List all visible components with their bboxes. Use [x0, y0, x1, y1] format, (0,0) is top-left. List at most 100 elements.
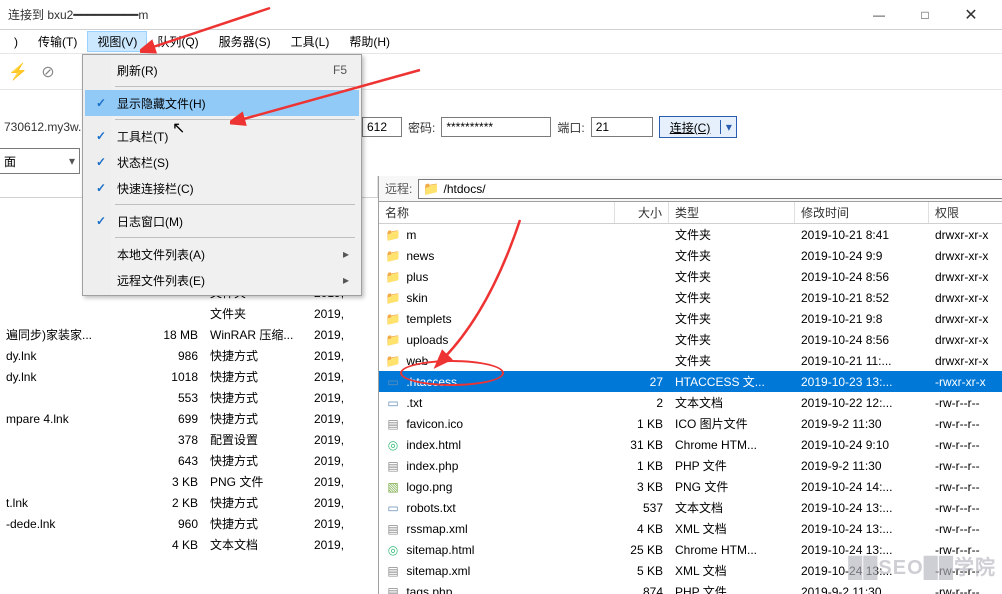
cell-perm: drwxr-xr-x	[929, 249, 1002, 263]
remote-path-text: /htdocs/	[444, 182, 486, 196]
menu-item[interactable]: 服务器(S)	[209, 31, 281, 52]
cell-mod: 2019-10-23 13:...	[795, 375, 929, 389]
quickconnect-icon[interactable]: ⚡	[6, 60, 30, 84]
menu-entry[interactable]: 刷新(R)F5	[85, 57, 359, 83]
port-input[interactable]	[591, 117, 653, 137]
table-row[interactable]: 4 KB文本文档2019,	[0, 534, 378, 555]
col-name[interactable]: 名称	[379, 202, 615, 223]
cell-size: 31 KB	[615, 438, 669, 452]
table-row[interactable]: 文件夹2019,	[0, 303, 378, 324]
file-icon: ▭	[385, 500, 401, 516]
col-perm[interactable]: 权限	[929, 202, 1002, 223]
table-row[interactable]: 📁 news文件夹2019-10-24 9:9drwxr-xr-x	[379, 245, 1002, 266]
remote-file-list[interactable]: 📁 m文件夹2019-10-21 8:41drwxr-xr-x📁 news文件夹…	[379, 224, 1002, 594]
table-row[interactable]: dy.lnk1018快捷方式2019,	[0, 366, 378, 387]
cell-size: 986	[150, 349, 204, 363]
table-row[interactable]: logo.png3 KBPNG 文件2019-10-24 14:...-rw-r…	[379, 476, 1002, 497]
table-row[interactable]: 378配置设置2019,	[0, 429, 378, 450]
cell-name: favicon.ico	[379, 416, 615, 432]
table-row[interactable]: index.php1 KBPHP 文件2019-9-2 11:30-rw-r--…	[379, 455, 1002, 476]
cell-size: 537	[615, 501, 669, 515]
table-row[interactable]: index.html31 KBChrome HTM...2019-10-24 9…	[379, 434, 1002, 455]
cell-type: 快捷方式	[204, 452, 308, 469]
menu-entry[interactable]: 远程文件列表(E) ▸	[85, 267, 359, 293]
table-row[interactable]: 📁 skin文件夹2019-10-21 8:52drwxr-xr-x	[379, 287, 1002, 308]
table-row[interactable]: 3 KBPNG 文件2019,	[0, 471, 378, 492]
chevron-down-icon[interactable]: ▾	[720, 120, 736, 134]
cell-type: Chrome HTM...	[669, 438, 795, 452]
cell-mod: 2019,	[308, 328, 378, 342]
cell-name: ▭ .txt	[379, 395, 615, 411]
chevron-down-icon[interactable]: ▾	[69, 154, 75, 168]
cell-type: 配置设置	[204, 431, 308, 448]
cell-name: 📁 plus	[379, 269, 615, 285]
menu-entry[interactable]: ✓状态栏(S)	[85, 149, 359, 175]
table-row[interactable]: 遍同步)家装家...18 MBWinRAR 压缩...2019,	[0, 324, 378, 345]
password-input[interactable]	[441, 117, 551, 137]
cell-type: PNG 文件	[669, 478, 795, 495]
minimize-button[interactable]: —	[856, 0, 902, 30]
table-row[interactable]: favicon.ico1 KBICO 图片文件2019-9-2 11:30-rw…	[379, 413, 1002, 434]
menu-item[interactable]: 工具(L)	[281, 31, 340, 52]
cell-mod: 2019-10-24 13:...	[795, 501, 929, 515]
cell-mod: 2019,	[308, 307, 378, 321]
local-path-box[interactable]: 面 ▾	[0, 148, 80, 174]
cell-mod: 2019-10-22 12:...	[795, 396, 929, 410]
table-row[interactable]: sitemap.xml5 KBXML 文档2019-10-24 13:...-r…	[379, 560, 1002, 581]
menu-item[interactable]: 队列(Q)	[147, 31, 208, 52]
menu-entry-label: 快速连接栏(C)	[117, 180, 194, 197]
table-row[interactable]: sitemap.html25 KBChrome HTM...2019-10-24…	[379, 539, 1002, 560]
menu-entry-label: 远程文件列表(E)	[117, 272, 205, 289]
col-size[interactable]: 大小	[615, 202, 669, 223]
table-row[interactable]: 📁 web文件夹2019-10-21 11:...drwxr-xr-x	[379, 350, 1002, 371]
menu-item[interactable]: 传输(T)	[28, 31, 87, 52]
table-row[interactable]: rssmap.xml4 KBXML 文档2019-10-24 13:...-rw…	[379, 518, 1002, 539]
menu-entry[interactable]: ✓日志窗口(M)	[85, 208, 359, 234]
host-input[interactable]	[362, 117, 402, 137]
table-row[interactable]: t.lnk2 KB快捷方式2019,	[0, 492, 378, 513]
cell-perm: -rw-r--r--	[929, 585, 1002, 594]
cell-type: 快捷方式	[204, 368, 308, 385]
table-row[interactable]: -dede.lnk960快捷方式2019,	[0, 513, 378, 534]
table-row[interactable]: 📁 m文件夹2019-10-21 8:41drwxr-xr-x	[379, 224, 1002, 245]
close-button[interactable]: ✕	[948, 0, 994, 30]
table-row[interactable]: 📁 uploads文件夹2019-10-24 8:56drwxr-xr-x	[379, 329, 1002, 350]
menu-entry[interactable]: ✓快速连接栏(C)	[85, 175, 359, 201]
menu-entry[interactable]: 本地文件列表(A)▸	[85, 241, 359, 267]
menu-item[interactable]: )	[4, 33, 28, 51]
remote-path-box[interactable]: 📁 /htdocs/ ▾	[418, 179, 1002, 199]
cell-type: 快捷方式	[204, 494, 308, 511]
cell-type: 快捷方式	[204, 347, 308, 364]
table-row[interactable]: 553快捷方式2019,	[0, 387, 378, 408]
table-row[interactable]: ▭ robots.txt537文本文档2019-10-24 13:...-rw-…	[379, 497, 1002, 518]
cell-type: PHP 文件	[669, 583, 795, 594]
table-row[interactable]: 643快捷方式2019,	[0, 450, 378, 471]
cell-type: HTACCESS 文...	[669, 373, 795, 390]
menu-item[interactable]: 视图(V)	[87, 31, 147, 52]
menu-entry[interactable]: ✓工具栏(T)	[85, 123, 359, 149]
table-row[interactable]: dy.lnk986快捷方式2019,	[0, 345, 378, 366]
cell-type: 文件夹	[669, 352, 795, 369]
cell-mod: 2019-10-24 8:56	[795, 333, 929, 347]
table-row[interactable]: 📁 templets文件夹2019-10-21 9:8drwxr-xr-x	[379, 308, 1002, 329]
cell-mod: 2019-10-21 8:52	[795, 291, 929, 305]
connect-button[interactable]: 连接(C) ▾	[659, 116, 738, 138]
menu-entry[interactable]: ✓显示隐藏文件(H)	[85, 90, 359, 116]
maximize-button[interactable]: □	[902, 0, 948, 30]
cell-name: 📁 templets	[379, 311, 615, 327]
table-row[interactable]: mpare 4.lnk699快捷方式2019,	[0, 408, 378, 429]
title-bar: 连接到 bxu2━━━━━━━━━m — □ ✕	[0, 0, 1002, 30]
col-mod[interactable]: 修改时间	[795, 202, 929, 223]
table-row[interactable]: ▭ .htaccess27HTACCESS 文...2019-10-23 13:…	[379, 371, 1002, 392]
cell-perm: drwxr-xr-x	[929, 270, 1002, 284]
folder-icon: 📁	[385, 269, 401, 285]
chevron-right-icon: ▸	[343, 273, 349, 287]
cell-size: 5 KB	[615, 564, 669, 578]
col-type[interactable]: 类型	[669, 202, 795, 223]
table-row[interactable]: tags.php874PHP 文件2019-9-2 11:30-rw-r--r-…	[379, 581, 1002, 594]
table-row[interactable]: ▭ .txt2文本文档2019-10-22 12:...-rw-r--r--	[379, 392, 1002, 413]
cell-name: sitemap.html	[379, 542, 615, 558]
table-row[interactable]: 📁 plus文件夹2019-10-24 8:56drwxr-xr-x	[379, 266, 1002, 287]
menu-item[interactable]: 帮助(H)	[339, 31, 400, 52]
stop-icon[interactable]: ⊘	[36, 60, 60, 84]
